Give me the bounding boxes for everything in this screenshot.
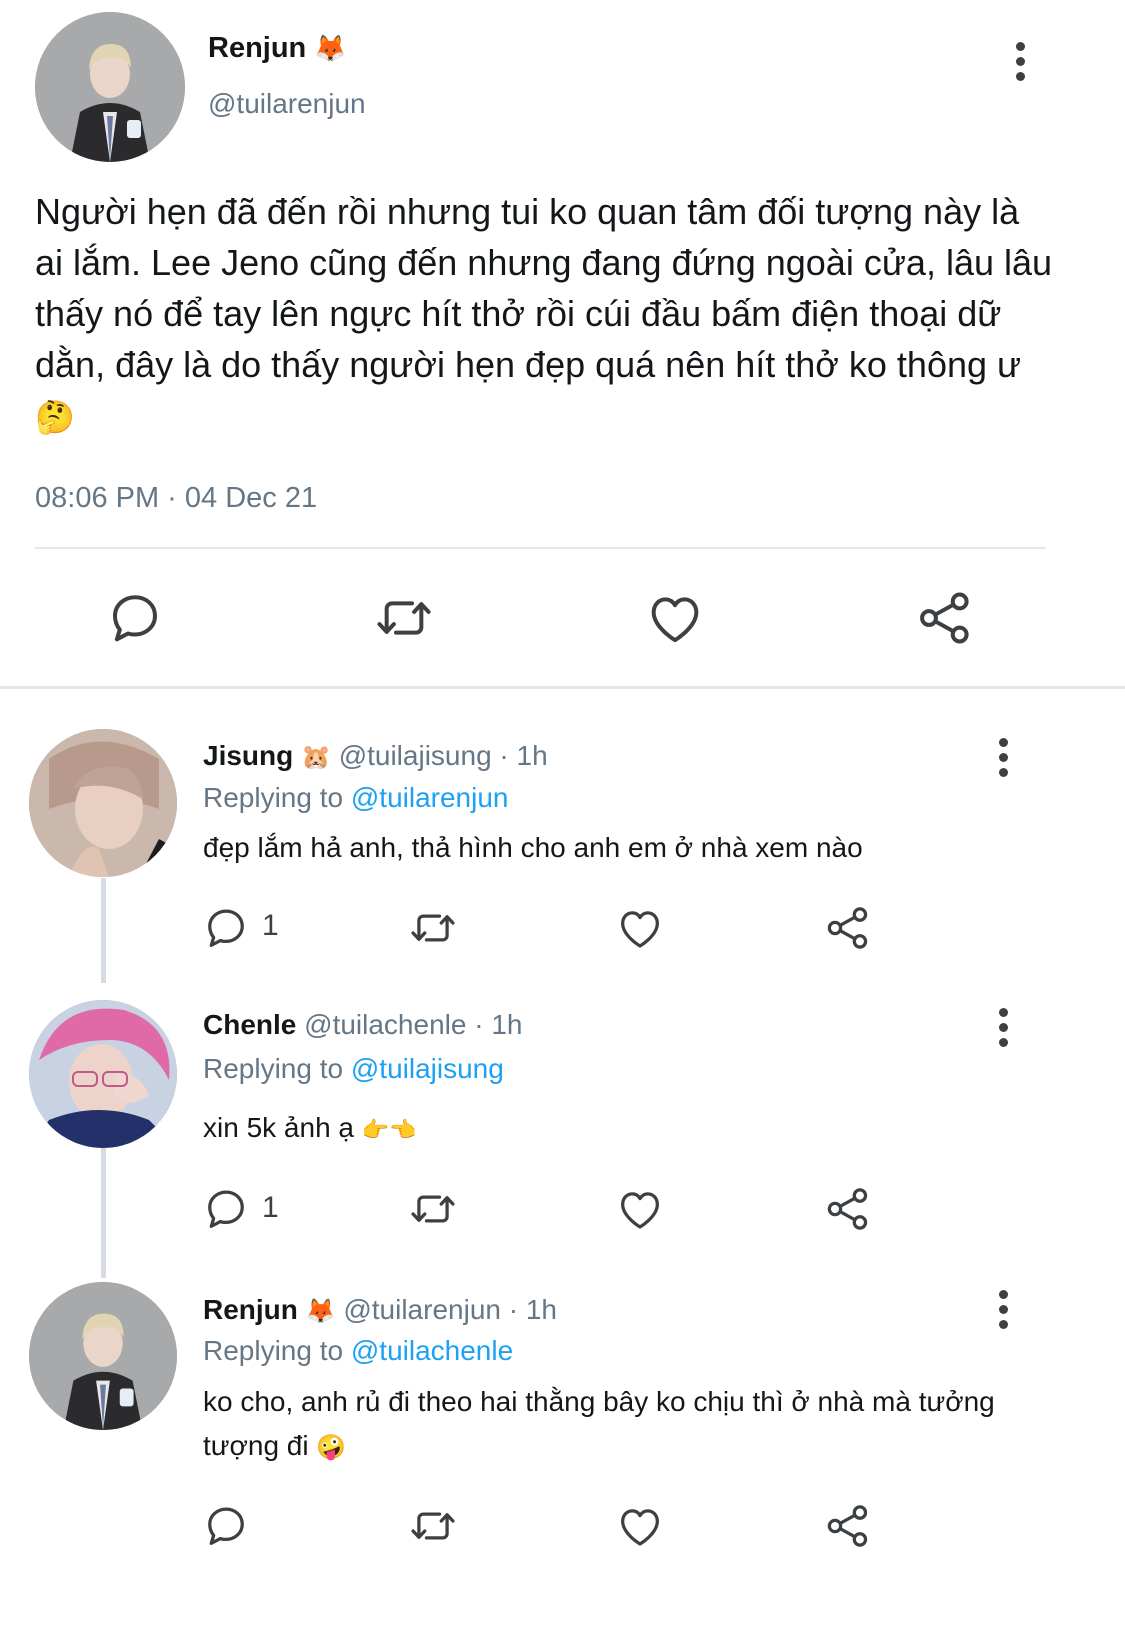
reply-body: xin 5k ảnh ạ 👉👈 bbox=[203, 1106, 1023, 1152]
reply-time: · 1h bbox=[508, 1294, 557, 1325]
speech-bubble-icon[interactable] bbox=[200, 1500, 252, 1552]
divider bbox=[35, 547, 1046, 549]
author-avatar[interactable] bbox=[35, 12, 185, 162]
reply-author-name[interactable]: Jisung bbox=[203, 740, 293, 771]
reply-time: · 1h bbox=[499, 740, 548, 771]
reply-author-handle[interactable]: @tuilachenle bbox=[304, 1009, 466, 1040]
replying-to: Replying to @tuilajisung bbox=[203, 1053, 504, 1085]
reply-text: xin 5k ảnh ạ bbox=[203, 1112, 354, 1143]
heart-icon[interactable] bbox=[643, 586, 707, 650]
share-icon[interactable] bbox=[822, 1500, 874, 1552]
retweet-icon[interactable] bbox=[405, 1500, 461, 1552]
thread-line bbox=[101, 1148, 106, 1278]
author-handle[interactable]: @tuilarenjun bbox=[208, 88, 366, 120]
more-vertical-icon bbox=[998, 1290, 1008, 1299]
pointing-fingers-emoji-icon: 👉👈 bbox=[361, 1117, 417, 1142]
retweet-icon[interactable] bbox=[405, 1183, 461, 1235]
reply-count: 1 bbox=[262, 1191, 279, 1224]
tweet-timestamp: 08:06 PM · 04 Dec 21 bbox=[35, 482, 318, 514]
reply-body: ko cho, anh rủ đi theo hai thằng bây ko … bbox=[203, 1380, 1003, 1470]
heart-icon[interactable] bbox=[614, 1183, 666, 1235]
reply-count: 1 bbox=[262, 909, 279, 942]
thread-line bbox=[101, 878, 106, 983]
speech-bubble-icon[interactable] bbox=[200, 1183, 252, 1235]
more-vertical-icon bbox=[1015, 42, 1025, 51]
reply-author-name[interactable]: Renjun bbox=[203, 1294, 298, 1325]
mention-link[interactable]: @tuilachenle bbox=[351, 1335, 513, 1366]
reply-avatar-jisung[interactable] bbox=[29, 729, 177, 877]
reply-body: đẹp lắm hả anh, thả hình cho anh em ở nh… bbox=[203, 832, 863, 863]
replying-label: Replying to bbox=[203, 1335, 344, 1366]
share-icon[interactable] bbox=[822, 1183, 874, 1235]
hamster-emoji-icon: 🐹 bbox=[301, 744, 331, 771]
more-vertical-icon bbox=[998, 1008, 1008, 1017]
mention-link[interactable]: @tuilajisung bbox=[351, 1053, 504, 1084]
reply-author-handle[interactable]: @tuilarenjun bbox=[343, 1294, 501, 1325]
thinking-emoji-icon: 🤔 bbox=[35, 399, 75, 435]
heart-icon[interactable] bbox=[614, 902, 666, 954]
heart-icon[interactable] bbox=[614, 1500, 666, 1552]
replying-label: Replying to bbox=[203, 1053, 344, 1084]
author-name[interactable]: Renjun 🦊 bbox=[208, 32, 347, 65]
replying-to: Replying to @tuilachenle bbox=[203, 1335, 513, 1367]
share-icon[interactable] bbox=[822, 902, 874, 954]
speech-bubble-icon[interactable] bbox=[103, 586, 167, 650]
more-options-button[interactable] bbox=[993, 1290, 1013, 1334]
author-name-text: Renjun bbox=[208, 32, 307, 64]
reply-author-handle[interactable]: @tuilajisung bbox=[339, 740, 492, 771]
fox-emoji-icon: 🦊 bbox=[314, 33, 347, 63]
share-icon[interactable] bbox=[913, 586, 977, 650]
reply-header: Jisung 🐹 @tuilajisung · 1h bbox=[203, 740, 548, 772]
fox-emoji-icon: 🦊 bbox=[305, 1298, 336, 1325]
replying-to: Replying to @tuilarenjun bbox=[203, 782, 509, 814]
replying-label: Replying to bbox=[203, 782, 344, 813]
section-divider bbox=[0, 686, 1125, 689]
more-options-button[interactable] bbox=[993, 738, 1013, 782]
more-options-button[interactable] bbox=[993, 1008, 1013, 1052]
more-options-button[interactable] bbox=[1010, 42, 1030, 86]
reply-avatar-chenle[interactable] bbox=[29, 1000, 177, 1148]
zany-face-emoji-icon: 🤪 bbox=[316, 1434, 347, 1461]
mention-link[interactable]: @tuilarenjun bbox=[351, 782, 509, 813]
reply-author-name[interactable]: Chenle bbox=[203, 1009, 296, 1040]
reply-avatar-renjun[interactable] bbox=[29, 1282, 177, 1430]
reply-time: · 1h bbox=[474, 1009, 523, 1040]
retweet-icon[interactable] bbox=[405, 902, 461, 954]
more-vertical-icon bbox=[998, 738, 1008, 747]
tweet-body: Người hẹn đã đến rồi nhưng tui ko quan t… bbox=[35, 186, 1055, 443]
speech-bubble-icon[interactable] bbox=[200, 902, 252, 954]
reply-header: Renjun 🦊 @tuilarenjun · 1h bbox=[203, 1294, 557, 1326]
tweet-text: Người hẹn đã đến rồi nhưng tui ko quan t… bbox=[35, 191, 1053, 385]
reply-header: Chenle @tuilachenle · 1h bbox=[203, 1009, 522, 1041]
retweet-icon[interactable] bbox=[370, 586, 438, 650]
